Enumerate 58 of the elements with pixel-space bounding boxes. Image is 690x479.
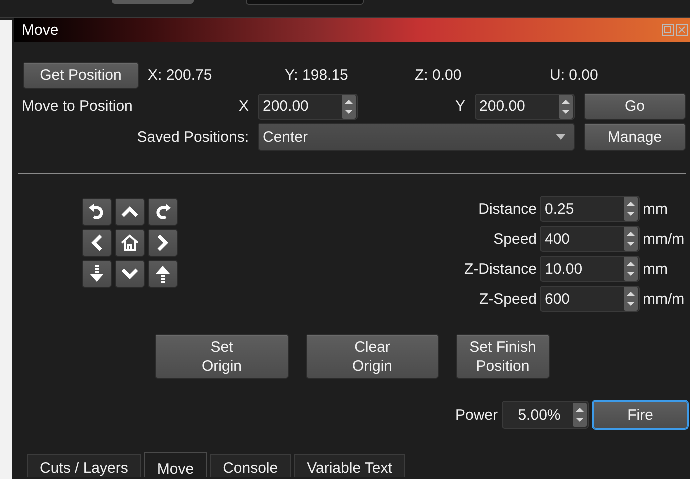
stepper-icon[interactable]: [624, 197, 638, 221]
get-position-button[interactable]: Get Position: [23, 62, 139, 89]
action-button[interactable]: Clear Origin: [306, 334, 439, 379]
action-button[interactable]: Set Finish Position: [456, 334, 550, 379]
power-field[interactable]: 5.00%: [502, 401, 589, 429]
jog-right-button[interactable]: [148, 229, 178, 257]
position-readout: Y: 198.15: [285, 67, 350, 84]
tab[interactable]: Console: [210, 454, 292, 477]
saved-positions-label: Saved Positions:: [136, 128, 249, 146]
y-field[interactable]: 200.00: [474, 94, 575, 120]
setting-label: Distance: [478, 200, 537, 218]
power-label: Power: [455, 406, 498, 424]
stepper-icon[interactable]: [559, 94, 573, 118]
stepper-icon[interactable]: [624, 257, 638, 281]
arrow-up-icon: [153, 264, 173, 284]
jog-left-button[interactable]: [82, 229, 112, 257]
unit-label: mm: [643, 200, 669, 218]
toolbar-field[interactable]: [246, 0, 364, 5]
jog-up-button[interactable]: [115, 198, 145, 226]
position-readout: U: 0.00: [550, 67, 598, 84]
stepper-icon[interactable]: [573, 403, 587, 427]
saved-positions-dropdown[interactable]: Center: [258, 123, 575, 151]
position-readout: X: 200.75: [148, 67, 214, 84]
x-field[interactable]: 200.00: [258, 94, 358, 120]
setting-label: Speed: [492, 230, 537, 248]
y-label: Y: [456, 98, 466, 115]
setting-field[interactable]: 400: [540, 226, 640, 252]
panel-title: Move: [22, 22, 60, 38]
position-readout: Z: 0.00: [415, 67, 463, 84]
setting-field[interactable]: 600: [540, 286, 640, 312]
go-button[interactable]: Go: [584, 93, 686, 120]
jog-rotate-left-button[interactable]: [82, 198, 112, 226]
x-label: X: [238, 98, 249, 115]
fire-button[interactable]: Fire: [593, 401, 688, 429]
setting-label: Z-Speed: [478, 290, 537, 308]
unit-label: mm: [643, 260, 669, 278]
jog-down-button[interactable]: [115, 260, 145, 288]
tab[interactable]: Variable Text: [294, 454, 406, 477]
arrow-down-icon: [87, 264, 107, 284]
tab[interactable]: Move: [144, 452, 208, 477]
unit-label: mm/m: [643, 230, 686, 248]
unit-label: mm/m: [643, 290, 686, 308]
home-icon: [120, 233, 140, 253]
jog-rotate-right-button[interactable]: [148, 198, 178, 226]
setting-field[interactable]: 0.25: [540, 196, 640, 222]
jog-home-button[interactable]: [115, 229, 145, 257]
setting-label: Z-Distance: [464, 260, 537, 278]
tab[interactable]: Cuts / Layers: [27, 454, 142, 477]
setting-field[interactable]: 10.00: [540, 256, 640, 282]
action-button[interactable]: Set Origin: [155, 334, 289, 379]
jog-z-down-button[interactable]: [82, 260, 112, 288]
stepper-icon[interactable]: [624, 227, 638, 251]
move-to-position-label: Move to Position: [22, 98, 133, 115]
jog-z-up-button[interactable]: [148, 260, 178, 288]
stepper-icon[interactable]: [342, 94, 356, 118]
caret-icon: [556, 134, 566, 140]
stepper-icon[interactable]: [624, 287, 638, 311]
manage-button[interactable]: Manage: [584, 123, 686, 151]
